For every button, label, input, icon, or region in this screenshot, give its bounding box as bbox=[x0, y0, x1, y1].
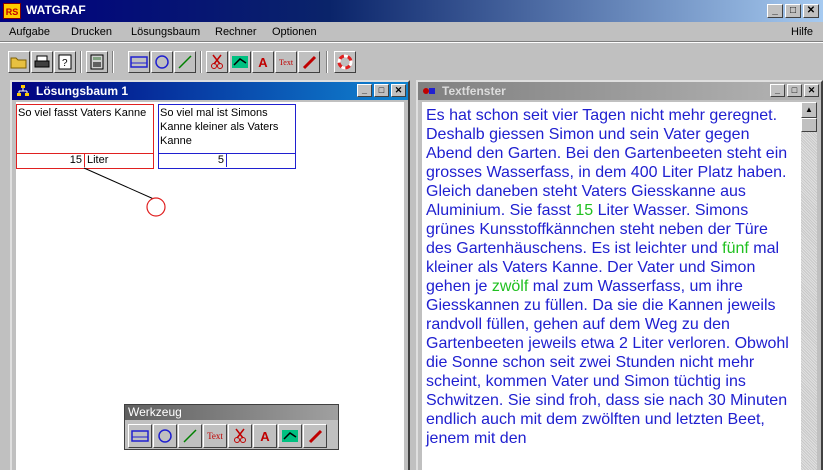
close-button[interactable]: ✕ bbox=[803, 4, 819, 18]
open-folder-icon[interactable] bbox=[8, 51, 30, 73]
menu-drucken[interactable]: Drucken bbox=[71, 26, 112, 38]
line-icon[interactable] bbox=[174, 51, 196, 73]
scroll-up-button[interactable]: ▲ bbox=[801, 102, 817, 118]
app-titlebar: RS WATGRAF _ □ ✕ bbox=[0, 0, 823, 22]
highlighted-number: fünf bbox=[722, 240, 749, 257]
menu-rechner[interactable]: Rechner bbox=[215, 26, 257, 38]
story-text-area[interactable]: Es hat schon seit vier Tagen nicht mehr … bbox=[422, 102, 801, 470]
pencil-icon[interactable] bbox=[303, 424, 327, 448]
menu-optionen[interactable]: Optionen bbox=[272, 26, 317, 38]
calculator-icon[interactable] bbox=[86, 51, 108, 73]
box-icon[interactable] bbox=[128, 51, 150, 73]
child-minimize-button[interactable]: _ bbox=[357, 84, 372, 97]
child-restore-button[interactable]: □ bbox=[374, 84, 389, 97]
print-icon[interactable] bbox=[31, 51, 53, 73]
box-icon[interactable] bbox=[128, 424, 152, 448]
restore-button[interactable]: □ bbox=[785, 4, 801, 18]
vertical-scrollbar[interactable]: ▲ bbox=[801, 102, 817, 470]
text-tool-icon[interactable]: Text bbox=[275, 51, 297, 73]
werkzeug-tools: Text A bbox=[128, 424, 327, 448]
help-icon[interactable]: ? bbox=[54, 51, 76, 73]
pencil-icon[interactable] bbox=[298, 51, 320, 73]
lifebuoy-icon[interactable] bbox=[334, 51, 356, 73]
text-restore-button[interactable]: □ bbox=[787, 84, 802, 97]
app-title: WATGRAF bbox=[26, 3, 86, 17]
scroll-thumb[interactable] bbox=[801, 118, 817, 132]
story-text-segment: mal zum Wasserfass, um ihre Giesskannen … bbox=[426, 278, 789, 447]
highlighted-number: 15 bbox=[575, 202, 594, 219]
circle-icon[interactable] bbox=[151, 51, 173, 73]
text-a-icon[interactable]: A bbox=[252, 51, 274, 73]
menu-aufgabe[interactable]: Aufgabe bbox=[9, 26, 50, 38]
svg-text:?: ? bbox=[62, 58, 68, 69]
connector-line[interactable] bbox=[83, 167, 157, 201]
menu-loesungsbaum[interactable]: Lösungsbaum bbox=[131, 26, 200, 38]
loesungsbaum-title: Lösungsbaum 1 bbox=[36, 84, 129, 98]
scissors-icon[interactable] bbox=[206, 51, 228, 73]
minimize-button[interactable]: _ bbox=[767, 4, 783, 18]
loesungsbaum-titlebar[interactable]: Lösungsbaum 1 _ □ ✕ bbox=[12, 82, 408, 100]
textfenster-window: Textfenster _ □ ✕ Es hat schon seit vier… bbox=[416, 80, 823, 470]
menu-bar: Aufgabe Drucken Lösungsbaum Rechner Opti… bbox=[0, 22, 823, 42]
textfenster-title: Textfenster bbox=[442, 84, 506, 98]
toolbar: ? A Text bbox=[0, 42, 823, 76]
child-close-button[interactable]: ✕ bbox=[391, 84, 406, 97]
link-icon[interactable] bbox=[278, 424, 302, 448]
textfenster-icon bbox=[422, 84, 436, 101]
textfenster-titlebar[interactable]: Textfenster _ □ ✕ bbox=[418, 82, 821, 100]
circle-icon[interactable] bbox=[153, 424, 177, 448]
text-close-button[interactable]: ✕ bbox=[804, 84, 819, 97]
tree-icon bbox=[16, 84, 30, 101]
operation-node-circle[interactable] bbox=[146, 197, 166, 217]
text-a-icon[interactable]: A bbox=[253, 424, 277, 448]
link-icon[interactable] bbox=[229, 51, 251, 73]
line-icon[interactable] bbox=[178, 424, 202, 448]
menu-hilfe[interactable]: Hilfe bbox=[791, 26, 813, 38]
scissors-icon[interactable] bbox=[228, 424, 252, 448]
text-minimize-button[interactable]: _ bbox=[770, 84, 785, 97]
highlighted-number: zwölf bbox=[491, 278, 529, 295]
text-tool-icon[interactable]: Text bbox=[203, 424, 227, 448]
werkzeug-title[interactable]: Werkzeug bbox=[125, 405, 338, 420]
werkzeug-palette[interactable]: Werkzeug Text A bbox=[124, 404, 339, 450]
app-window-buttons: _ □ ✕ bbox=[767, 4, 819, 18]
app-logo: RS bbox=[3, 3, 21, 19]
